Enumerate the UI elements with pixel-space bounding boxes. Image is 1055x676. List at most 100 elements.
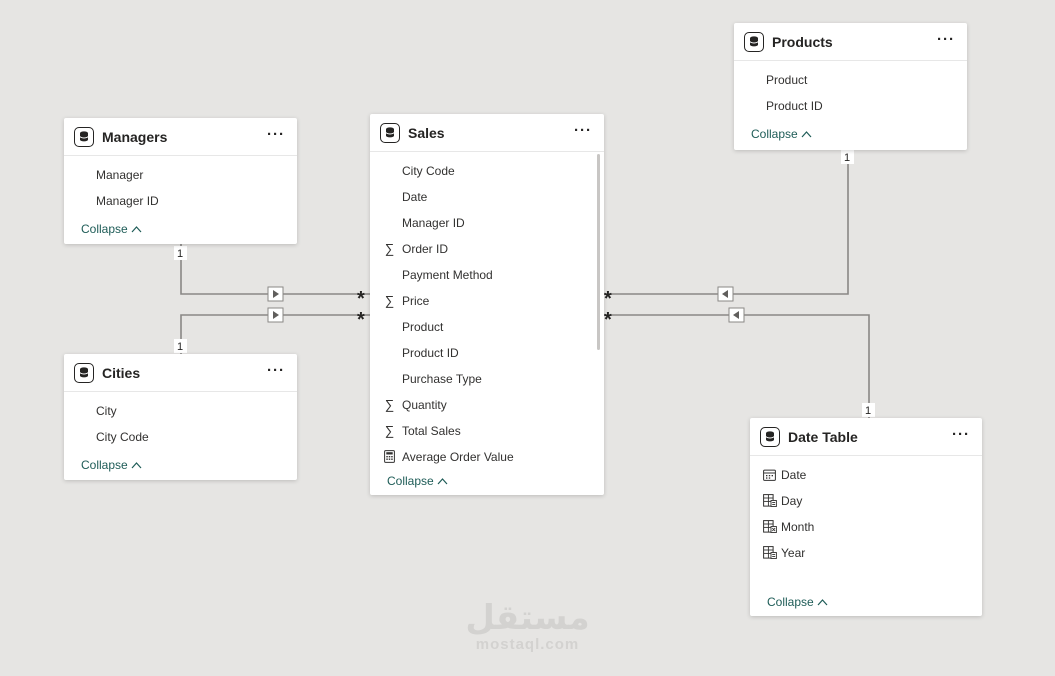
more-options-icon[interactable]: ···	[574, 123, 592, 139]
field-list: City Code Date Manager ID ∑ Order ID Pay…	[370, 152, 604, 470]
sigma-icon: ∑	[384, 397, 395, 412]
calendar-icon	[762, 467, 777, 482]
field-item[interactable]: ∑ Quantity	[370, 392, 604, 418]
collapse-button[interactable]: Collapse	[751, 127, 812, 141]
table-header[interactable]: Managers ···	[64, 118, 297, 156]
field-item[interactable]: ∑ Price	[370, 288, 604, 314]
field-item[interactable]: Date	[370, 184, 604, 210]
field-label: Date	[402, 190, 428, 204]
field-label: Product ID	[766, 99, 823, 113]
field-item[interactable]: City Code	[64, 424, 297, 450]
calculated-column-x-icon	[762, 519, 777, 534]
field-item[interactable]: City	[64, 398, 297, 424]
cardinality-many-sales-products: *	[604, 288, 612, 310]
field-item[interactable]: Day	[750, 488, 982, 514]
more-options-icon[interactable]: ···	[952, 427, 970, 443]
calculated-column-icon	[762, 545, 777, 560]
table-title: Managers	[102, 128, 168, 145]
cardinality-one-cities: 1	[177, 341, 183, 353]
relationship-line-datetable-sales	[604, 314, 870, 418]
collapse-button[interactable]: Collapse	[81, 222, 142, 236]
field-label: Date	[781, 468, 807, 482]
direction-arrow-left-icon	[717, 286, 734, 302]
table-card-managers[interactable]: Managers ··· Manager Manager ID Collapse	[64, 118, 297, 244]
field-label: City	[96, 404, 117, 418]
collapse-button[interactable]: Collapse	[387, 474, 448, 488]
field-item[interactable]: ∑ Total Sales	[370, 418, 604, 444]
table-header[interactable]: Products ···	[734, 23, 967, 61]
relationship-line-products-sales	[604, 150, 849, 295]
cardinality-many-sales-datetable: *	[604, 309, 612, 331]
collapse-button[interactable]: Collapse	[767, 595, 828, 609]
cardinality-one-datetable: 1	[865, 405, 871, 417]
direction-arrow-left-icon	[728, 307, 745, 323]
field-item[interactable]: Date	[750, 462, 982, 488]
field-item[interactable]: Manager ID	[370, 210, 604, 236]
field-item[interactable]: Payment Method	[370, 262, 604, 288]
field-label: Quantity	[402, 398, 447, 412]
field-list: Product Product ID	[734, 61, 967, 119]
more-options-icon[interactable]: ···	[937, 32, 955, 48]
chevron-up-icon	[801, 127, 812, 141]
table-title: Products	[772, 33, 833, 50]
calculator-icon	[382, 449, 397, 464]
sigma-icon: ∑	[384, 241, 395, 256]
field-item[interactable]: City Code	[370, 158, 604, 184]
field-item[interactable]: Product ID	[734, 93, 967, 119]
field-label: Month	[781, 520, 815, 534]
field-label: Average Order Value	[402, 450, 514, 464]
field-label: Product	[766, 73, 808, 87]
field-item[interactable]: Product	[370, 314, 604, 340]
collapse-label: Collapse	[751, 127, 798, 141]
chevron-up-icon	[437, 474, 448, 488]
field-label: City Code	[96, 430, 149, 444]
field-label: Year	[781, 546, 806, 560]
field-label: Manager	[96, 168, 144, 182]
field-label: City Code	[402, 164, 455, 178]
field-label: Price	[402, 294, 430, 308]
field-item[interactable]: Manager	[64, 162, 297, 188]
field-item[interactable]: Product ID	[370, 340, 604, 366]
field-label: Manager ID	[96, 194, 159, 208]
calculated-column-icon	[762, 493, 777, 508]
field-label: Product	[402, 320, 444, 334]
table-card-cities[interactable]: Cities ··· City City Code Collapse	[64, 354, 297, 480]
field-list: Date Day Month Year	[750, 456, 982, 566]
field-label: Total Sales	[402, 424, 461, 438]
table-icon	[380, 122, 400, 143]
field-list: Manager Manager ID	[64, 156, 297, 214]
field-label: Order ID	[402, 242, 449, 256]
field-item[interactable]: ∑ Order ID	[370, 236, 604, 262]
field-list: City City Code	[64, 392, 297, 450]
table-icon	[74, 126, 94, 147]
table-title: Date Table	[788, 428, 858, 445]
field-item[interactable]: Average Order Value	[370, 444, 604, 470]
field-item[interactable]: Year	[750, 540, 982, 566]
table-card-date-table[interactable]: Date Table ··· Date Day Month Year Colla…	[750, 418, 982, 616]
table-icon	[744, 31, 764, 52]
table-card-sales[interactable]: Sales ··· City Code Date Manager ID ∑ Or…	[370, 114, 604, 495]
more-options-icon[interactable]: ···	[267, 363, 285, 379]
more-options-icon[interactable]: ···	[267, 127, 285, 143]
table-header[interactable]: Sales ···	[370, 114, 604, 152]
field-item[interactable]: Product	[734, 67, 967, 93]
cardinality-one-products: 1	[844, 152, 850, 164]
field-item[interactable]: Month	[750, 514, 982, 540]
table-card-products[interactable]: Products ··· Product Product ID Collapse	[734, 23, 967, 150]
cardinality-many-sales-cities: *	[357, 309, 365, 331]
collapse-label: Collapse	[767, 595, 814, 609]
field-label: Payment Method	[402, 268, 493, 282]
collapse-button[interactable]: Collapse	[81, 458, 142, 472]
scrollbar[interactable]	[597, 154, 600, 350]
table-title: Cities	[102, 364, 141, 381]
table-header[interactable]: Cities ···	[64, 354, 297, 392]
cardinality-many-sales-managers: *	[357, 288, 365, 310]
field-item[interactable]: Manager ID	[64, 188, 297, 214]
table-header[interactable]: Date Table ···	[750, 418, 982, 456]
field-item[interactable]: Purchase Type	[370, 366, 604, 392]
sigma-icon: ∑	[384, 293, 395, 308]
collapse-label: Collapse	[81, 458, 128, 472]
table-title: Sales	[408, 124, 445, 141]
field-label: Manager ID	[402, 216, 465, 230]
field-label: Day	[781, 494, 803, 508]
